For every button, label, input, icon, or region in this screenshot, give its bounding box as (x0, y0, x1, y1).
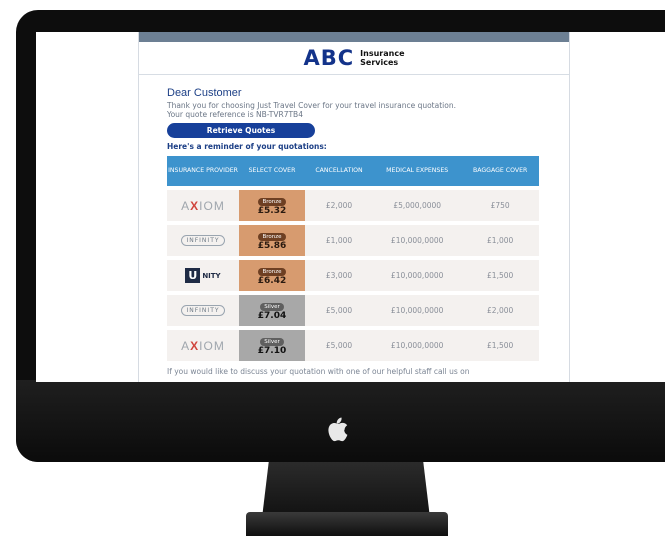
table-row: INFINITY Silver £7.04 £5,000 £10,000,000… (167, 295, 539, 326)
reminder-heading: Here's a reminder of your quotations: (167, 142, 327, 151)
medical-value: £10,000,0000 (373, 295, 462, 326)
tier-badge: Silver (260, 302, 284, 311)
tier-badge: Bronze (258, 232, 286, 241)
table-row: AXIOM Silver £7.10 £5,000 £10,000,0000 £… (167, 330, 539, 361)
select-cover-button[interactable]: Bronze £5.32 (239, 190, 305, 221)
brand-logo: ABC (303, 46, 355, 70)
monitor-stand-base (246, 512, 448, 536)
price: £7.04 (257, 310, 287, 321)
baggage-value: £750 (461, 190, 539, 221)
provider-logo-unity: U NITY (167, 260, 239, 291)
table-row: AXIOM Bronze £5.32 £2,000 £5,000,0000 £7… (167, 190, 539, 221)
cancellation-value: £5,000 (305, 330, 374, 361)
medical-value: £10,000,0000 (373, 260, 462, 291)
table-row: INFINITY Bronze £5.86 £1,000 £10,000,000… (167, 225, 539, 256)
email-body: ABC Insurance Services Dear Customer Tha… (138, 32, 570, 382)
provider-logo-infinity: INFINITY (167, 295, 239, 326)
quotes-table: INSURANCE PROVIDER SELECT COVER CANCELLA… (167, 152, 539, 365)
select-cover-button[interactable]: Bronze £6.42 (239, 260, 305, 291)
brand-subtitle: Insurance Services (360, 49, 405, 67)
cancellation-value: £3,000 (305, 260, 374, 291)
email-top-bar (139, 32, 569, 42)
greeting: Dear Customer (167, 87, 242, 99)
select-cover-button[interactable]: Bronze £5.86 (239, 225, 305, 256)
footer-text: If you would like to discuss your quotat… (167, 367, 470, 376)
select-cover-button[interactable]: Silver £7.04 (239, 295, 305, 326)
price: £5.86 (257, 240, 287, 251)
table-row: U NITY Bronze £6.42 £3,000 £10,000,0000 £… (167, 260, 539, 291)
price: £6.42 (257, 275, 287, 286)
col-medical-expenses: MEDICAL EXPENSES (373, 156, 462, 186)
col-select-cover: SELECT COVER (239, 156, 305, 186)
quote-reference: Your quote reference is NB-TVR7TB4 (167, 110, 303, 119)
baggage-value: £2,000 (461, 295, 539, 326)
price: £7.10 (257, 345, 287, 356)
medical-value: £10,000,0000 (373, 330, 462, 361)
cancellation-value: £5,000 (305, 295, 374, 326)
price: £5.32 (257, 205, 287, 216)
select-cover-button[interactable]: Silver £7.10 (239, 330, 305, 361)
apple-logo-icon (328, 417, 348, 442)
medical-value: £5,000,0000 (373, 190, 462, 221)
col-cancellation: CANCELLATION (305, 156, 374, 186)
table-header-row: INSURANCE PROVIDER SELECT COVER CANCELLA… (167, 156, 539, 186)
tier-badge: Silver (260, 337, 284, 346)
tier-badge: Bronze (258, 197, 286, 206)
baggage-value: £1,500 (461, 330, 539, 361)
monitor-stand (262, 462, 430, 518)
col-baggage-cover: BAGGAGE COVER (461, 156, 539, 186)
email-content: Dear Customer Thank you for choosing Jus… (139, 75, 569, 376)
baggage-value: £1,500 (461, 260, 539, 291)
provider-logo-axiom: AXIOM (167, 190, 239, 221)
tier-badge: Bronze (258, 267, 286, 276)
intro-text: Thank you for choosing Just Travel Cover… (167, 101, 456, 119)
provider-logo-infinity: INFINITY (167, 225, 239, 256)
provider-logo-axiom: AXIOM (167, 330, 239, 361)
cancellation-value: £2,000 (305, 190, 374, 221)
col-provider: INSURANCE PROVIDER (167, 156, 239, 186)
baggage-value: £1,000 (461, 225, 539, 256)
monitor-screen: ABC Insurance Services Dear Customer Tha… (36, 32, 665, 382)
retrieve-quotes-button[interactable]: Retrieve Quotes (167, 123, 315, 138)
cancellation-value: £1,000 (305, 225, 374, 256)
email-header: ABC Insurance Services (139, 42, 569, 75)
medical-value: £10,000,0000 (373, 225, 462, 256)
